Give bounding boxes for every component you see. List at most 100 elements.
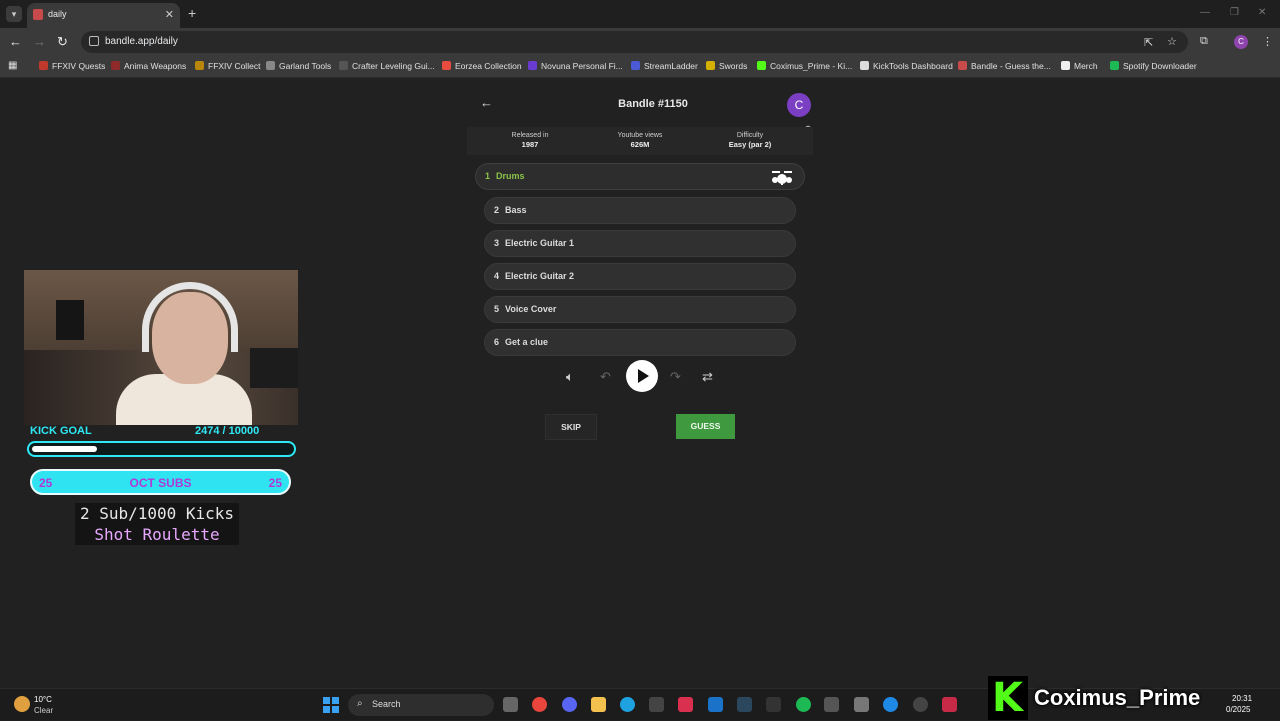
info-views: Youtube views 626M — [585, 132, 695, 149]
app-icon[interactable] — [883, 697, 898, 712]
new-tab-button[interactable]: + — [188, 5, 196, 21]
bookmark-item[interactable]: Swords — [706, 61, 747, 71]
edge-icon[interactable] — [620, 697, 635, 712]
taskbar-search[interactable]: ⌕ Search — [348, 694, 494, 716]
bookmark-item[interactable]: KickTools Dashboard — [860, 61, 953, 71]
bookmark-favicon-icon — [195, 61, 204, 70]
subs-count-left: 25 — [39, 476, 53, 490]
shuffle-icon[interactable]: ⇄ — [702, 369, 713, 385]
stem-number: 2 — [494, 205, 500, 215]
bookmark-label: FFXIV Collect — [208, 61, 261, 71]
bookmark-item[interactable]: Eorzea Collection — [442, 61, 522, 71]
bandle-favicon-icon — [33, 9, 43, 20]
stem-electric-guitar-2[interactable]: 4 Electric Guitar 2 — [484, 263, 796, 290]
epic-games-icon[interactable] — [766, 697, 781, 712]
bookmark-item[interactable]: Garland Tools — [266, 61, 331, 71]
stem-label: Electric Guitar 2 — [505, 271, 575, 281]
close-window-button[interactable]: ✕ — [1258, 7, 1266, 18]
kick-streamer-badge: K Coximus_Prime — [988, 676, 1228, 720]
kick-goal-count: 2474 / 10000 — [195, 425, 260, 437]
steam-icon[interactable] — [737, 697, 752, 712]
bookmark-item[interactable]: Coximus_Prime - Ki... — [757, 61, 852, 71]
profile-avatar[interactable]: C — [1234, 35, 1248, 49]
file-explorer-icon[interactable] — [591, 697, 606, 712]
clock-time[interactable]: 20:31 — [1232, 694, 1252, 703]
play-button[interactable] — [626, 360, 658, 392]
chrome-icon[interactable] — [532, 697, 547, 712]
bookmark-item[interactable]: Spotify Downloader — [1110, 61, 1197, 71]
stem-bass[interactable]: 2 Bass — [484, 197, 796, 224]
bookmark-favicon-icon — [1061, 61, 1070, 70]
forward-button[interactable]: → — [33, 34, 46, 49]
app-icon[interactable] — [942, 697, 957, 712]
bookmark-favicon-icon — [757, 61, 766, 70]
restore-button[interactable]: ❐ — [1230, 7, 1239, 18]
menu-icon[interactable]: ⋮ — [1262, 35, 1273, 48]
stem-voice-cover[interactable]: 5 Voice Cover — [484, 296, 796, 323]
bookmark-item[interactable]: FFXIV Collect — [195, 61, 260, 71]
url-text[interactable]: bandle.app/daily — [105, 36, 178, 47]
minimize-button[interactable]: — — [1200, 7, 1210, 18]
bookmark-item[interactable]: Novuna Personal Fi... — [528, 61, 623, 71]
forward-icon[interactable]: ↷ — [670, 369, 681, 385]
back-arrow-icon[interactable]: ← — [480, 95, 493, 110]
bookmark-favicon-icon — [706, 61, 715, 70]
guess-button[interactable]: GUESS — [676, 414, 735, 439]
info-label: Youtube views — [617, 132, 663, 139]
bookmark-item[interactable]: Bandle - Guess the... — [958, 61, 1051, 71]
store-icon[interactable] — [854, 697, 869, 712]
task-view-icon[interactable] — [503, 697, 518, 712]
kick-goal-label: KICK GOAL — [30, 425, 92, 437]
clock-date[interactable]: 0/2025 — [1226, 705, 1250, 714]
app-icon[interactable] — [649, 697, 664, 712]
user-avatar[interactable]: C — [787, 93, 811, 117]
app-icon[interactable] — [678, 697, 693, 712]
bookmark-label: FFXIV Quests — [52, 61, 106, 71]
bookmark-item[interactable]: Crafter Leveling Gui... — [339, 61, 435, 71]
subs-title: OCT SUBS — [129, 476, 192, 490]
weather-temp[interactable]: 10°C — [34, 695, 52, 704]
skip-button[interactable]: SKIP — [545, 414, 597, 440]
webcam-keyboard — [250, 348, 298, 388]
bookmark-star-icon[interactable]: ☆ — [1167, 35, 1177, 48]
close-tab-icon[interactable]: ✕ — [165, 8, 174, 21]
outlook-icon[interactable] — [708, 697, 723, 712]
bookmark-favicon-icon — [266, 61, 275, 70]
address-bar[interactable]: bandle.app/daily ⇱ ☆ — [81, 31, 1188, 53]
stem-electric-guitar-1[interactable]: 3 Electric Guitar 1 — [484, 230, 796, 257]
stem-number: 3 — [494, 238, 500, 248]
bookmark-item[interactable]: FFXIV Quests — [39, 61, 105, 71]
tab-search-button[interactable]: ▾ — [6, 6, 22, 22]
bookmark-label: Anima Weapons — [124, 61, 187, 71]
info-value: 626M — [630, 140, 650, 149]
bookmark-favicon-icon — [339, 61, 348, 70]
stem-drums[interactable]: 1 Drums — [475, 163, 805, 190]
weather-desc[interactable]: Clear — [34, 706, 53, 715]
bookmark-label: Bandle - Guess the... — [971, 61, 1051, 71]
back-button[interactable]: ← — [9, 34, 22, 49]
reload-button[interactable]: ↻ — [57, 34, 68, 50]
stem-get-a-clue[interactable]: 6 Get a clue — [484, 329, 796, 356]
discord-icon[interactable] — [562, 697, 577, 712]
rewind-icon[interactable]: ↶ — [600, 369, 611, 385]
bookmark-item[interactable]: Anima Weapons — [111, 61, 186, 71]
weather-moon-icon[interactable] — [14, 696, 30, 712]
tab-strip: ▾ daily ✕ + — ❐ ✕ — [0, 0, 1280, 28]
cast-icon[interactable]: ⇱ — [1144, 36, 1153, 49]
start-windows-icon[interactable] — [323, 697, 339, 713]
kick-goal-progress-fill — [32, 446, 97, 452]
webcam-feed — [24, 270, 298, 425]
search-label: Search — [372, 699, 401, 709]
extensions-icon[interactable]: ⧉ — [1200, 35, 1208, 48]
spotify-icon[interactable] — [796, 697, 811, 712]
bookmark-item[interactable]: Merch — [1061, 61, 1098, 71]
webcam-tv — [56, 300, 84, 340]
tab-daily[interactable]: daily ✕ — [27, 3, 180, 28]
volume-icon[interactable]: 🔈︎ — [566, 369, 574, 385]
obs-icon[interactable] — [913, 697, 928, 712]
apps-grid-icon[interactable]: ▦ — [8, 60, 17, 71]
bookmark-item[interactable]: StreamLadder — [631, 61, 698, 71]
stem-label: Electric Guitar 1 — [505, 238, 575, 248]
app-icon[interactable] — [824, 697, 839, 712]
site-info-icon[interactable] — [89, 36, 99, 46]
